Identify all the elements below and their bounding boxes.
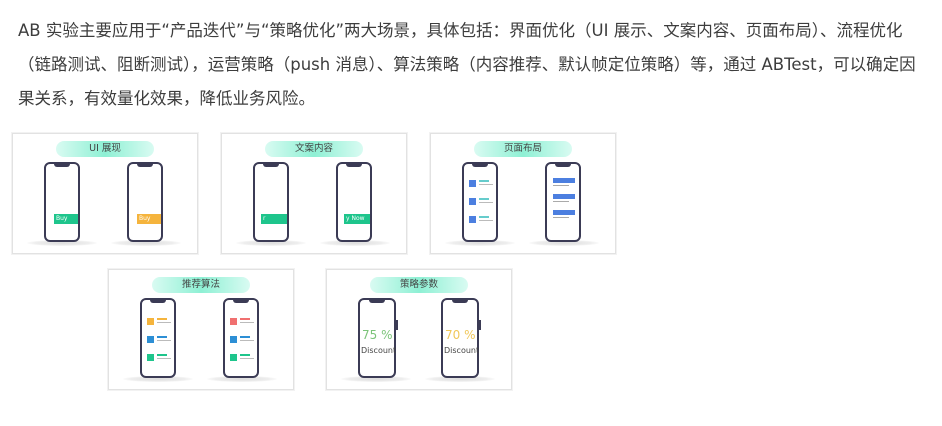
phone-variant-a [462, 162, 498, 242]
cta-button: r [261, 214, 287, 224]
phone-variant-b: 70 % Discount [441, 298, 481, 378]
card-ui-display: UI 展现 Buy Buy [12, 133, 198, 254]
phone-variant-a: 75 % Discount [358, 298, 398, 378]
phone-variant-b: y Now [336, 162, 372, 242]
buy-button: Buy [54, 214, 78, 224]
discount-value: 70 % [445, 328, 476, 342]
card-title: 策略参数 [370, 277, 468, 293]
buy-button: Buy [137, 214, 161, 224]
card-copy-content: 文案内容 r y Now [221, 133, 407, 254]
phone-variant-b [223, 298, 259, 378]
card-strategy-params: 策略参数 75 % Discount 70 % Discount [326, 269, 512, 390]
card-title: 文案内容 [265, 141, 363, 157]
card-recommend-algorithm: 推荐算法 [108, 269, 294, 390]
discount-label: Discount [361, 346, 397, 355]
cta-button: y Now [344, 214, 370, 224]
phone-variant-b: Buy [127, 162, 163, 242]
card-title: 页面布局 [474, 141, 572, 157]
discount-label: Discount [444, 346, 480, 355]
card-title: 推荐算法 [152, 277, 250, 293]
discount-value: 75 % [362, 328, 393, 342]
phone-variant-a [140, 298, 176, 378]
intro-paragraph: AB 实验主要应用于“产品迭代”与“策略优化”两大场景，具体包括：界面优化（UI… [18, 21, 916, 108]
phone-variant-a: r [253, 162, 289, 242]
phone-variant-b [545, 162, 581, 242]
card-title: UI 展现 [56, 141, 154, 157]
phone-variant-a: Buy [44, 162, 80, 242]
card-page-layout: 页面布局 [430, 133, 616, 254]
